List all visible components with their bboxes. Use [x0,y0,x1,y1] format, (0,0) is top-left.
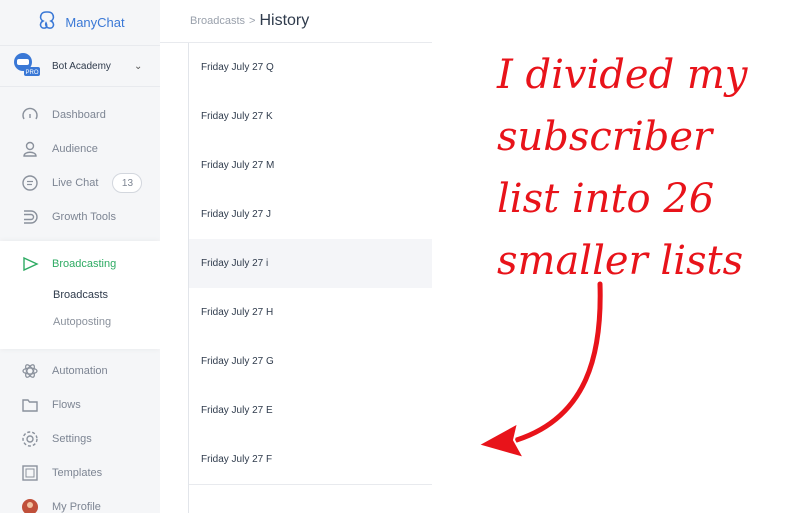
page-title: History [259,12,310,29]
send-icon [20,254,40,274]
table-row[interactable]: Friday July 27 E [189,386,432,436]
gauge-icon [20,105,40,125]
table-row[interactable]: Friday July 27 Q [189,43,432,93]
sidebar-subitem-autoposting[interactable]: Autoposting [53,316,111,328]
folder-icon [20,395,40,415]
manychat-logo-icon [35,9,57,36]
sidebar: ManyChat PRO Bot Academy ⌄ Dashboard Aud… [0,0,160,513]
main-content: Broadcasts > History Friday July 27 Q Fr… [160,0,432,513]
table-row[interactable]: Friday July 27 K [189,92,432,142]
breadcrumb-separator: > [249,15,256,27]
magnet-icon [20,207,40,227]
sidebar-item-automation[interactable]: Automation [0,354,160,388]
sidebar-item-settings[interactable]: Settings [0,422,160,456]
sidebar-item-live-chat[interactable]: Live Chat 13 [0,166,160,200]
avatar [20,497,40,513]
gear-icon [20,429,40,449]
unread-count-badge: 13 [112,173,143,193]
sidebar-item-dashboard[interactable]: Dashboard [0,98,160,132]
sidebar-item-label: Dashboard [52,109,106,121]
sidebar-item-label: Flows [52,399,81,411]
account-switcher[interactable]: PRO Bot Academy ⌄ [0,45,160,87]
sidebar-item-label: Growth Tools [52,211,116,223]
pro-badge: PRO [25,70,38,76]
sidebar-item-label: Automation [52,365,108,377]
account-name: Bot Academy [52,60,111,72]
sidebar-item-label: Audience [52,143,98,155]
sidebar-item-my-profile[interactable]: My Profile [0,490,160,513]
template-icon [20,463,40,483]
sidebar-subitem-broadcasts[interactable]: Broadcasts [53,289,108,301]
breadcrumb-broadcasts[interactable]: Broadcasts [190,15,245,27]
atom-icon [20,361,40,381]
sidebar-item-label: Settings [52,433,92,445]
chat-bubble-icon [20,173,40,193]
sidebar-item-label: Templates [52,467,103,479]
sidebar-item-label: Live Chat [52,177,99,189]
annotation-line: subscriber [497,114,713,160]
table-row[interactable]: Friday July 27 i [189,239,432,289]
sidebar-item-audience[interactable]: Audience [0,132,160,166]
table-row[interactable]: Friday July 27 F [189,435,432,485]
user-icon [20,139,40,159]
sidebar-item-flows[interactable]: Flows [0,388,160,422]
table-row[interactable]: Friday July 27 G [189,337,432,387]
bot-avatar-icon: PRO [12,51,42,82]
brand-name: ManyChat [65,14,125,30]
page-header: Broadcasts > History [160,0,432,43]
handwritten-annotation: I divided my subscriber list into 26 sma… [497,44,797,292]
table-row[interactable]: Friday July 27 M [189,141,432,191]
chevron-down-icon[interactable]: ⌄ [134,61,142,72]
annotation-line: list into 26 [497,176,715,222]
table-row[interactable]: Friday July 27 H [189,288,432,338]
sidebar-item-label: Broadcasting [52,258,117,270]
sidebar-item-broadcasting[interactable]: Broadcasting [0,247,160,281]
annotation-line: I divided my [497,52,748,98]
sidebar-item-label: My Profile [52,501,101,513]
brand-logo[interactable]: ManyChat [0,0,160,44]
annotation-arrow-icon [477,280,606,459]
table-row[interactable]: Friday July 27 J [189,190,432,240]
sidebar-item-templates[interactable]: Templates [0,456,160,490]
sidebar-item-growth-tools[interactable]: Growth Tools [0,200,160,234]
